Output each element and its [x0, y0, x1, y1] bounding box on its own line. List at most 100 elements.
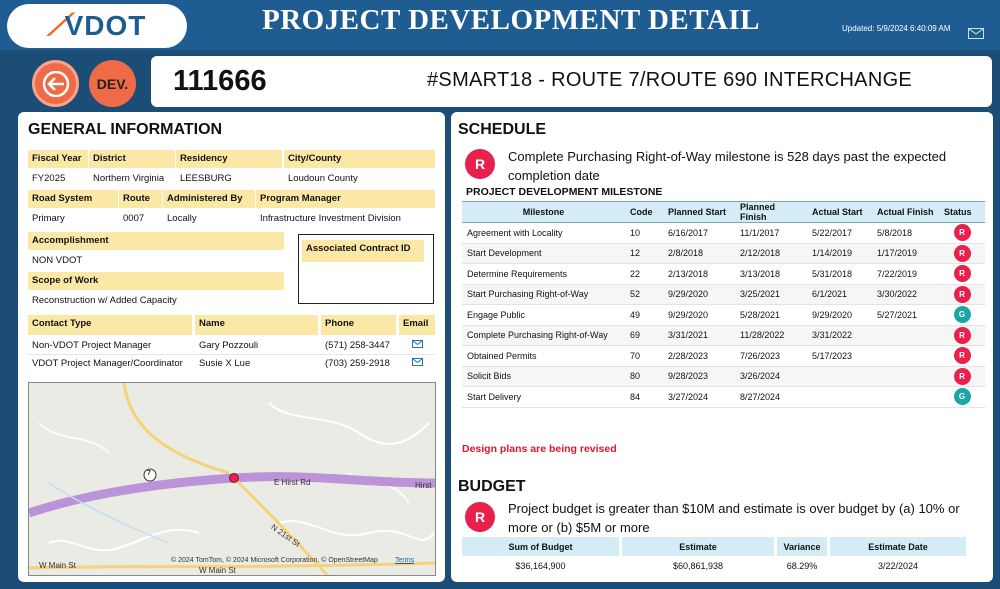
planned-finish-cell: 3/26/2024	[735, 366, 807, 387]
code-cell: 12	[625, 243, 663, 264]
route-value: 0007	[123, 213, 145, 224]
table-row[interactable]: Obtained Permits 70 2/28/2023 7/26/2023 5/17…	[462, 345, 985, 367]
col-status[interactable]: Status	[939, 201, 985, 223]
city-county-value: Loudoun County	[288, 173, 358, 184]
variance-value: 68.29%	[786, 561, 818, 571]
scope-of-work-label: Scope of Work	[28, 272, 284, 290]
estimate-date-value: 3/22/2024	[877, 561, 919, 571]
table-row[interactable]: Engage Public 49 9/29/2020 5/28/2021 9/29/20…	[462, 304, 985, 326]
actual-start-cell: 5/22/2017	[807, 222, 872, 244]
planned-start-cell: 2/13/2018	[663, 263, 735, 285]
status-badge: R	[953, 224, 971, 242]
general-information-panel: GENERAL INFORMATION Fiscal Year District…	[18, 112, 445, 582]
col-variance[interactable]: Variance	[777, 537, 827, 556]
table-header-row: Milestone Code Planned Start Planned Fin…	[462, 201, 985, 223]
map-attribution: © 2024 TomTom, © 2024 Microsoft Corporat…	[171, 557, 378, 564]
mail-icon[interactable]	[968, 28, 984, 39]
actual-finish-cell	[872, 366, 939, 387]
status-badge: R	[953, 265, 971, 283]
table-row[interactable]: Start Purchasing Right-of-Way 52 9/29/2020…	[462, 284, 985, 305]
status-cell: R	[939, 325, 985, 346]
planned-finish-cell: 2/12/2018	[735, 243, 807, 264]
project-name: #SMART18 - ROUTE 7/ROUTE 690 INTERCHANGE	[427, 69, 913, 91]
status-badge: R	[953, 347, 971, 365]
code-cell: 80	[625, 366, 663, 387]
accomplishment-label: Accomplishment	[28, 232, 284, 250]
table-row[interactable]: Determine Requirements 22 2/13/2018 3/13/20…	[462, 263, 985, 285]
table-row[interactable]: Agreement with Locality 10 6/16/2017 11/1/2…	[462, 222, 985, 244]
status-cell: R	[939, 366, 985, 387]
budget-alert-text: Project budget is greater than $10M and …	[508, 501, 960, 535]
planned-start-cell: 2/8/2018	[663, 243, 735, 264]
district-label: District	[89, 150, 175, 168]
actual-start-cell	[807, 366, 872, 387]
app-header: ⟋ VDOT PROJECT DEVELOPMENT DETAIL Update…	[0, 0, 1000, 50]
planned-finish-cell: 3/25/2021	[735, 284, 807, 305]
contact-name: Gary Pozzouli	[199, 340, 259, 351]
status-badge: R	[953, 367, 971, 385]
page-title: PROJECT DEVELOPMENT DETAIL	[262, 4, 761, 36]
sum-of-budget-value: $36,164,900	[515, 561, 566, 571]
map-terms-link[interactable]: Terms	[395, 557, 414, 564]
code-cell: 84	[625, 386, 663, 408]
actual-finish-cell: 5/8/2018	[872, 222, 939, 244]
actual-finish-cell	[872, 325, 939, 346]
status-cell: R	[939, 345, 985, 367]
col-estimate[interactable]: Estimate	[622, 537, 774, 556]
actual-start-cell: 6/1/2021	[807, 284, 872, 305]
table-row[interactable]: Start Development 12 2/8/2018 2/12/2018 1/14…	[462, 243, 985, 264]
actual-start-cell: 3/31/2022	[807, 325, 872, 346]
col-planned-finish[interactable]: Planned Finish	[735, 201, 807, 223]
table-row[interactable]: Solicit Bids 80 9/28/2023 3/26/2024 R	[462, 366, 985, 387]
schedule-alert-text: Complete Purchasing Right-of-Way milesto…	[508, 149, 947, 183]
col-actual-finish[interactable]: Actual Finish	[872, 201, 939, 223]
associated-contract-label: Associated Contract ID	[302, 240, 424, 262]
milestone-cell: Solicit Bids	[462, 366, 625, 387]
email-icon[interactable]	[412, 340, 423, 348]
planned-start-cell: 9/29/2020	[663, 304, 735, 326]
milestone-cell: Start Development	[462, 243, 625, 264]
planned-finish-cell: 11/1/2017	[735, 222, 807, 244]
actual-start-cell: 1/14/2019	[807, 243, 872, 264]
col-sum-of-budget[interactable]: Sum of Budget	[462, 537, 619, 556]
email-icon[interactable]	[412, 358, 423, 366]
project-header: 111666 #SMART18 - ROUTE 7/ROUTE 690 INTE…	[151, 56, 992, 107]
milestone-table: Milestone Code Planned Start Planned Fin…	[462, 201, 985, 408]
milestone-cell: Obtained Permits	[462, 345, 625, 367]
map-road-label: W Main St	[39, 561, 76, 570]
planned-finish-cell: 7/26/2023	[735, 345, 807, 367]
status-cell: G	[939, 304, 985, 326]
table-row[interactable]: Complete Purchasing Right-of-Way 69 3/31/2…	[462, 325, 985, 346]
col-estimate-date[interactable]: Estimate Date	[830, 537, 966, 556]
actual-start-cell: 5/17/2023	[807, 345, 872, 367]
planned-finish-cell: 11/28/2022	[735, 325, 807, 346]
col-planned-start[interactable]: Planned Start	[663, 201, 735, 223]
code-cell: 52	[625, 284, 663, 305]
milestone-cell: Engage Public	[462, 304, 625, 326]
program-manager-label: Program Manager	[256, 190, 435, 208]
project-map[interactable]: 7 E Hirst Rd Hirst N 21st St W Main St W…	[28, 382, 436, 576]
planned-start-cell: 3/31/2021	[663, 325, 735, 346]
budget-table: Sum of Budget Estimate Variance Estimate…	[459, 537, 969, 576]
code-cell: 22	[625, 263, 663, 285]
col-actual-start[interactable]: Actual Start	[807, 201, 872, 223]
col-milestone[interactable]: Milestone	[462, 201, 625, 223]
status-badge: R	[953, 326, 971, 344]
budget-row: $36,164,900 $60,861,938 68.29% 3/22/2024	[462, 556, 966, 576]
col-code[interactable]: Code	[625, 201, 663, 223]
fiscal-year-label: Fiscal Year	[28, 150, 88, 168]
planned-start-cell: 2/28/2023	[663, 345, 735, 367]
administered-by-label: Administered By	[163, 190, 255, 208]
code-cell: 10	[625, 222, 663, 244]
table-row[interactable]: Start Delivery 84 3/27/2024 8/27/2024 G	[462, 386, 985, 408]
code-cell: 69	[625, 325, 663, 346]
actual-start-cell	[807, 386, 872, 408]
back-button[interactable]	[32, 60, 79, 107]
schedule-title: SCHEDULE	[458, 121, 547, 138]
dev-button[interactable]: DEV.	[89, 60, 136, 107]
status-cell: R	[939, 243, 985, 264]
planned-finish-cell: 5/28/2021	[735, 304, 807, 326]
contact-phone: (571) 258-3447	[325, 340, 390, 351]
planned-start-cell: 6/16/2017	[663, 222, 735, 244]
road-system-value: Primary	[32, 213, 65, 224]
